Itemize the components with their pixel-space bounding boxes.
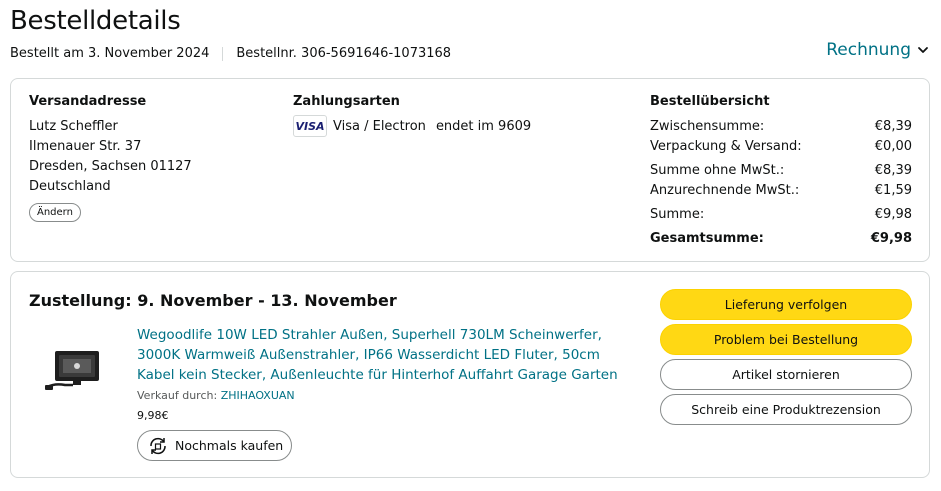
- summary-label: Verpackung & Versand:: [650, 139, 802, 154]
- address-line: Dresden, Sachsen 01127: [29, 159, 192, 174]
- invoice-label: Rechnung: [826, 40, 911, 60]
- buy-again-button[interactable]: Nochmals kaufen: [137, 430, 292, 461]
- chevron-down-icon: [918, 47, 928, 53]
- address-line: Lutz Scheffler: [29, 119, 118, 134]
- change-address-button[interactable]: Ändern: [29, 203, 81, 222]
- order-date: Bestellt am 3. November 2024: [10, 46, 210, 61]
- shipping-heading: Versandadresse: [29, 94, 147, 109]
- card-type: Visa / Electron: [333, 118, 426, 134]
- grand-total-label: Gesamtsumme:: [650, 231, 764, 246]
- shipment-card: Zustellung: 9. November - 13. November W…: [10, 271, 930, 478]
- address-line: Ilmenauer Str. 37: [29, 139, 142, 154]
- payment-heading: Zahlungsarten: [293, 94, 400, 109]
- summary-row: Summe: €9,98: [650, 205, 912, 225]
- shipping-address: Versandadresse Lutz Scheffler Ilmenauer …: [29, 94, 192, 222]
- address-line: Deutschland: [29, 179, 111, 194]
- summary-row: Verpackung & Versand: €0,00: [650, 137, 912, 157]
- grand-total-value: €9,98: [870, 231, 912, 246]
- summary-heading: Bestellübersicht: [650, 94, 770, 109]
- buy-again-label: Nochmals kaufen: [175, 438, 284, 453]
- summary-row: Summe ohne MwSt.: €8,39: [650, 161, 912, 181]
- payment-card-row: VISA Visa / Electron endet im 9609: [293, 115, 531, 137]
- summary-row: Anzurechnende MwSt.: €1,59: [650, 181, 912, 201]
- invoice-dropdown[interactable]: Rechnung: [826, 40, 929, 60]
- order-summary-card: Versandadresse Lutz Scheffler Ilmenauer …: [10, 78, 930, 262]
- payment-method: Zahlungsarten VISA Visa / Electron endet…: [293, 94, 531, 137]
- buy-again-icon: [150, 437, 166, 454]
- seller-info: Verkauf durch: ZHIHAOXUAN: [137, 389, 295, 402]
- order-summary: Bestellübersicht Zwischensumme: €8,39 Ve…: [650, 94, 912, 249]
- grand-total-row: Gesamtsumme: €9,98: [650, 229, 912, 249]
- product-title-link[interactable]: Wegoodlife 10W LED Strahler Außen, Super…: [137, 325, 637, 385]
- visa-card-icon: VISA: [293, 115, 327, 137]
- summary-value: €8,39: [874, 119, 912, 134]
- summary-value: €8,39: [874, 163, 912, 178]
- summary-value: €0,00: [874, 139, 912, 154]
- product-price: 9,98€: [137, 409, 169, 422]
- seller-prefix: Verkauf durch:: [137, 389, 218, 402]
- delivery-title: Zustellung: 9. November - 13. November: [29, 291, 397, 310]
- shipment-actions: Lieferung verfolgen Problem bei Bestellu…: [660, 289, 912, 429]
- track-package-button[interactable]: Lieferung verfolgen: [660, 289, 912, 320]
- summary-label: Summe ohne MwSt.:: [650, 163, 785, 178]
- order-number: Bestellnr. 306-5691646-1073168: [236, 46, 452, 61]
- card-ending: endet im 9609: [435, 118, 532, 134]
- seller-link[interactable]: ZHIHAOXUAN: [221, 389, 295, 402]
- summary-label: Zwischensumme:: [650, 119, 765, 134]
- page-title: Bestelldetails: [10, 6, 181, 36]
- meta-divider: [222, 46, 224, 61]
- write-review-button[interactable]: Schreib eine Produktrezension: [660, 394, 912, 425]
- summary-label: Summe:: [650, 207, 705, 222]
- summary-value: €9,98: [874, 207, 912, 222]
- cancel-item-button[interactable]: Artikel stornieren: [660, 359, 912, 390]
- summary-value: €1,59: [874, 183, 912, 198]
- summary-label: Anzurechnende MwSt.:: [650, 183, 800, 198]
- summary-row: Zwischensumme: €8,39: [650, 117, 912, 137]
- order-meta: Bestellt am 3. November 2024 Bestellnr. …: [10, 46, 451, 61]
- product-image[interactable]: [43, 349, 107, 395]
- order-problem-button[interactable]: Problem bei Bestellung: [660, 324, 912, 355]
